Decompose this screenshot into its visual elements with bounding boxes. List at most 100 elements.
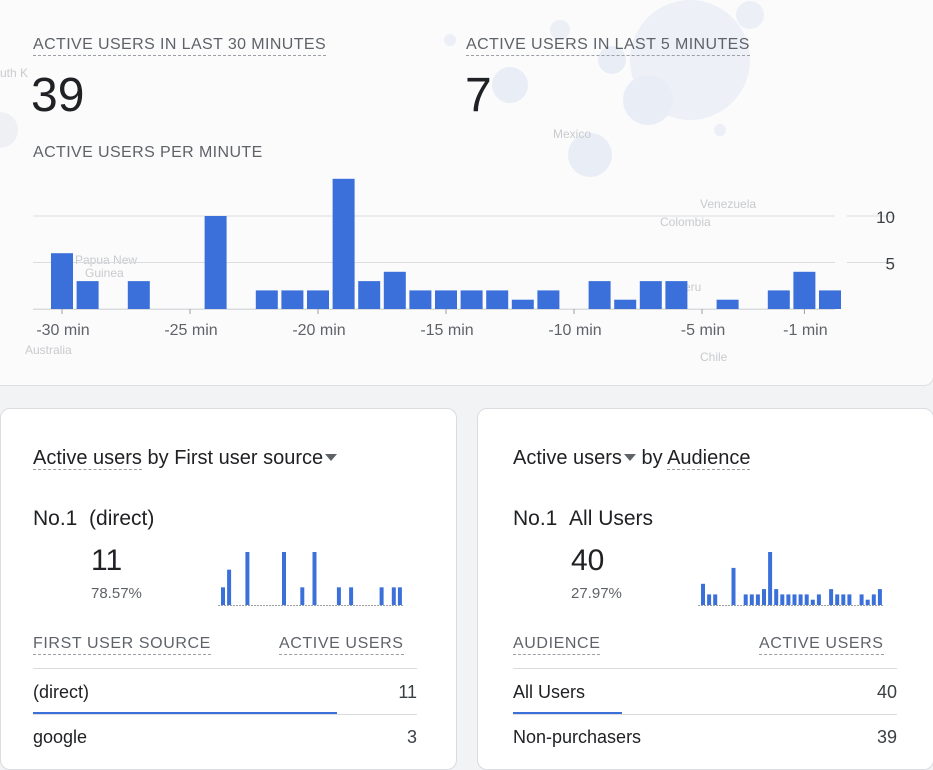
sparkline-bar xyxy=(701,583,705,605)
chart-bar xyxy=(435,290,457,309)
source-sparkline xyxy=(218,552,403,606)
x-tick-label: -1 min xyxy=(783,322,827,339)
sparkline-bar xyxy=(713,594,718,605)
sparkline-bar xyxy=(312,552,317,605)
sparkline-bar xyxy=(227,569,232,605)
column-header-active-users[interactable]: ACTIVE USERS xyxy=(279,635,404,655)
metric-dropdown[interactable]: Active users xyxy=(513,447,622,469)
sparkline-bar xyxy=(804,594,809,605)
by-text: by xyxy=(635,447,668,469)
top-item-percent: 78.57% xyxy=(91,585,142,602)
sparkline-bar xyxy=(810,599,815,605)
chart-bar xyxy=(281,290,304,309)
table-row-label: google xyxy=(33,727,88,747)
rank-label: No.1 xyxy=(33,507,78,530)
chart-bar xyxy=(716,299,739,309)
audience-card-header: Active users by Audience xyxy=(513,447,751,470)
sparkline-bar xyxy=(847,594,852,605)
top-rank: No.1 (direct) xyxy=(33,507,154,531)
x-tick-label: -5 min xyxy=(681,322,725,339)
chart-bar xyxy=(588,281,611,309)
sparkline-bar xyxy=(300,587,305,605)
metric-name[interactable]: Active users xyxy=(33,447,142,470)
x-tick-label: -20 min xyxy=(292,322,345,339)
x-tick-label: -25 min xyxy=(164,322,217,339)
y-tick-label: 10 xyxy=(876,208,895,227)
chart-bar xyxy=(819,290,841,309)
sparkline-bar xyxy=(349,587,354,605)
sparkline-bar xyxy=(245,552,250,605)
column-header-active-users[interactable]: ACTIVE USERS xyxy=(759,635,884,655)
sparkline-bar xyxy=(829,589,834,605)
realtime-overview-card: Mexico Venezuela Colombia Papua New Guin… xyxy=(0,0,933,386)
sparkline-bar xyxy=(379,587,384,605)
divider xyxy=(513,668,897,669)
sparkline-bar xyxy=(835,594,840,605)
top-item-value: 40 xyxy=(571,544,605,577)
chart-bar xyxy=(614,299,637,309)
x-tick-label: -30 min xyxy=(36,322,89,339)
sparkline-bar xyxy=(865,599,870,605)
sparkline-bar xyxy=(768,552,773,605)
sparkline-bar xyxy=(749,594,754,605)
chart-bar xyxy=(409,290,432,309)
sparkline-bar xyxy=(707,594,712,605)
column-header-first-user-source[interactable]: FIRST USER SOURCE xyxy=(33,635,211,655)
sparkline-bar xyxy=(798,594,803,605)
divider xyxy=(33,714,417,715)
table-row-label: All Users xyxy=(513,682,586,702)
first-user-source-card-header: Active users by First user source xyxy=(33,447,338,470)
dropdown-arrow-icon[interactable] xyxy=(623,453,636,461)
chart-bar xyxy=(486,290,509,309)
table-row-value: 40 xyxy=(876,682,897,702)
table-row-value: 11 xyxy=(398,682,417,702)
sparkline-bar xyxy=(391,587,396,605)
sparkline-bar xyxy=(743,594,748,605)
divider xyxy=(33,668,417,669)
sparkline-bar xyxy=(786,594,791,605)
dimension-dropdown[interactable]: First user source xyxy=(174,447,323,469)
chart-bar xyxy=(767,290,790,309)
sparkline-bar xyxy=(792,594,797,605)
sparkline-bar xyxy=(731,567,736,605)
sparkline-bar xyxy=(871,594,876,605)
chart-bar xyxy=(511,299,534,309)
sparkline-bar xyxy=(841,594,846,605)
top-item-percent: 27.97% xyxy=(571,585,622,602)
sparkline-bar xyxy=(221,587,225,605)
dimension-name[interactable]: Audience xyxy=(667,447,751,470)
sparkline-bar xyxy=(397,587,402,605)
table-row-label: (direct) xyxy=(33,682,90,702)
table-row-label: Non-purchasers xyxy=(513,727,642,747)
chart-bar xyxy=(76,281,99,309)
y-tick-label: 5 xyxy=(886,255,895,274)
chart-bar xyxy=(127,281,150,309)
chart-bar xyxy=(383,271,406,309)
sparkline-bar xyxy=(877,589,882,605)
sparkline-bar xyxy=(859,594,864,605)
chart-bar xyxy=(793,271,816,309)
top-item-value: 11 xyxy=(91,544,123,577)
x-tick-label: -10 min xyxy=(548,322,601,339)
top-rank: No.1 All Users xyxy=(513,507,653,531)
table-row-value: 39 xyxy=(876,727,897,747)
dropdown-arrow-icon[interactable] xyxy=(325,453,338,461)
top-item-name: All Users xyxy=(569,507,654,530)
audience-sparkline xyxy=(698,552,883,606)
chart-bar xyxy=(255,290,278,309)
table-row-value: 3 xyxy=(406,727,417,747)
chart-bar xyxy=(358,281,381,309)
chart-bar xyxy=(460,290,483,309)
sparkline-bar xyxy=(755,594,760,605)
sparkline-bar xyxy=(336,587,341,605)
top-item-name: (direct) xyxy=(89,507,155,530)
column-header-audience[interactable]: AUDIENCE xyxy=(513,635,601,655)
chart-bar xyxy=(51,253,73,309)
chart-bar xyxy=(332,178,355,309)
sparkline-bar xyxy=(282,552,286,605)
chart-bar xyxy=(639,281,662,309)
x-tick-label: -15 min xyxy=(420,322,473,339)
by-text: by xyxy=(141,447,175,469)
chart-bar xyxy=(537,290,560,309)
chart-bar xyxy=(665,281,688,309)
